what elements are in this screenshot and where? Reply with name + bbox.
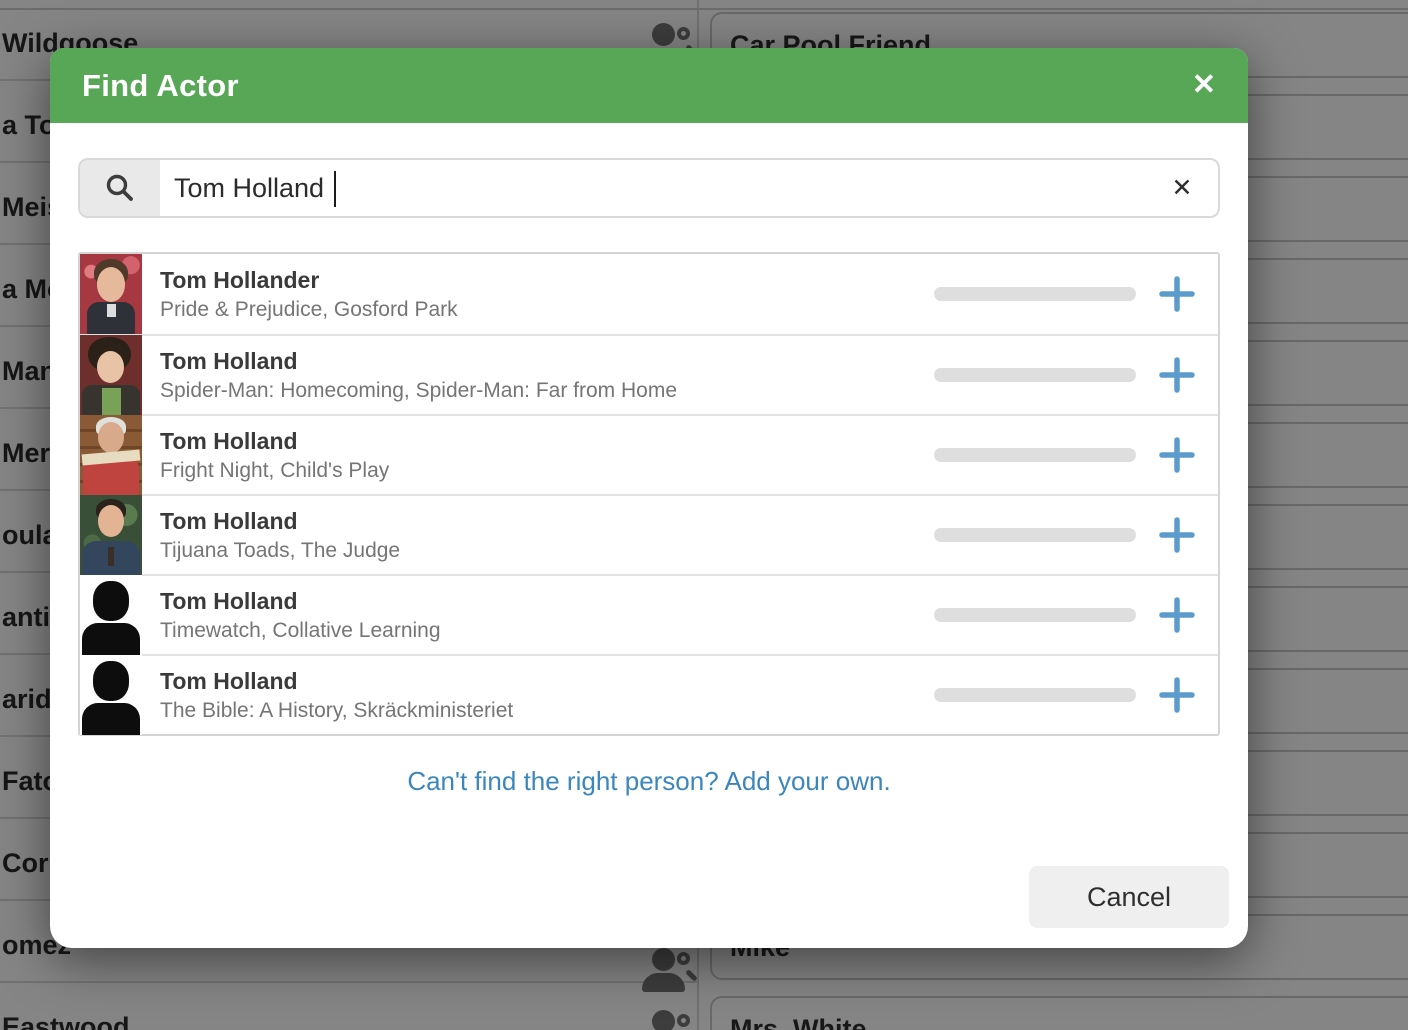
plus-icon [1158, 516, 1196, 554]
actor-result-row[interactable]: Tom Holland The Bible: A History, Skräck… [80, 654, 1218, 734]
add-your-own-link[interactable]: Can't find the right person? Add your ow… [50, 766, 1248, 797]
actor-info: Tom Hollander Pride & Prejudice, Gosford… [142, 269, 934, 320]
plus-icon [1158, 275, 1196, 313]
actor-results-list: Tom Hollander Pride & Prejudice, Gosford… [78, 252, 1220, 736]
actor-name: Tom Holland [160, 590, 934, 613]
actor-known-for: Pride & Prejudice, Gosford Park [160, 299, 934, 320]
actor-result-row[interactable]: Tom Holland Fright Night, Child's Play [80, 414, 1218, 494]
add-actor-button[interactable] [1136, 275, 1218, 313]
plus-icon [1158, 356, 1196, 394]
actor-name: Tom Holland [160, 350, 934, 373]
close-icon[interactable]: ✕ [1192, 71, 1216, 100]
popularity-bar [934, 528, 1136, 542]
actor-result-row[interactable]: Tom Holland Timewatch, Collative Learnin… [80, 574, 1218, 654]
popularity-bar [934, 448, 1136, 462]
popularity-bar [934, 287, 1136, 301]
actor-name: Tom Holland [160, 670, 934, 693]
actor-name: Tom Hollander [160, 269, 934, 292]
text-caret [334, 171, 336, 207]
actor-info: Tom Holland Fright Night, Child's Play [142, 430, 934, 481]
actor-info: Tom Holland Timewatch, Collative Learnin… [142, 590, 934, 641]
plus-icon [1158, 676, 1196, 714]
actor-name: Tom Holland [160, 430, 934, 453]
actor-headshot [80, 415, 142, 495]
actor-search-bar: ✕ [78, 158, 1220, 218]
popularity-bar [934, 688, 1136, 702]
actor-result-row[interactable]: Tom Hollander Pride & Prejudice, Gosford… [80, 254, 1218, 334]
actor-headshot [80, 575, 142, 655]
plus-icon [1158, 596, 1196, 634]
add-actor-button[interactable] [1136, 676, 1218, 714]
search-icon [80, 160, 160, 216]
actor-name: Tom Holland [160, 510, 934, 533]
clear-search-icon[interactable]: ✕ [1146, 160, 1218, 216]
actor-result-row[interactable]: Tom Holland Spider-Man: Homecoming, Spid… [80, 334, 1218, 414]
add-actor-button[interactable] [1136, 356, 1218, 394]
actor-headshot [80, 495, 142, 575]
actor-known-for: Fright Night, Child's Play [160, 460, 934, 481]
actor-known-for: Spider-Man: Homecoming, Spider-Man: Far … [160, 380, 934, 401]
actor-known-for: The Bible: A History, Skräckministeriet [160, 700, 934, 721]
actor-info: Tom Holland The Bible: A History, Skräck… [142, 670, 934, 721]
find-actor-modal: Find Actor ✕ ✕ Tom Hollander Pride & Pre… [50, 48, 1248, 948]
actor-search-input[interactable] [160, 160, 1146, 216]
cancel-button[interactable]: Cancel [1029, 866, 1229, 928]
actor-info: Tom Holland Spider-Man: Homecoming, Spid… [142, 350, 934, 401]
actor-info: Tom Holland Tijuana Toads, The Judge [142, 510, 934, 561]
add-actor-button[interactable] [1136, 596, 1218, 634]
actor-result-row[interactable]: Tom Holland Tijuana Toads, The Judge [80, 494, 1218, 574]
popularity-bar [934, 368, 1136, 382]
add-actor-button[interactable] [1136, 516, 1218, 554]
actor-known-for: Tijuana Toads, The Judge [160, 540, 934, 561]
plus-icon [1158, 436, 1196, 474]
actor-known-for: Timewatch, Collative Learning [160, 620, 934, 641]
actor-headshot [80, 335, 142, 415]
add-actor-button[interactable] [1136, 436, 1218, 474]
actor-headshot [80, 254, 142, 334]
modal-header: Find Actor ✕ [50, 48, 1248, 123]
popularity-bar [934, 608, 1136, 622]
modal-title: Find Actor [82, 68, 239, 104]
actor-headshot [80, 655, 142, 735]
